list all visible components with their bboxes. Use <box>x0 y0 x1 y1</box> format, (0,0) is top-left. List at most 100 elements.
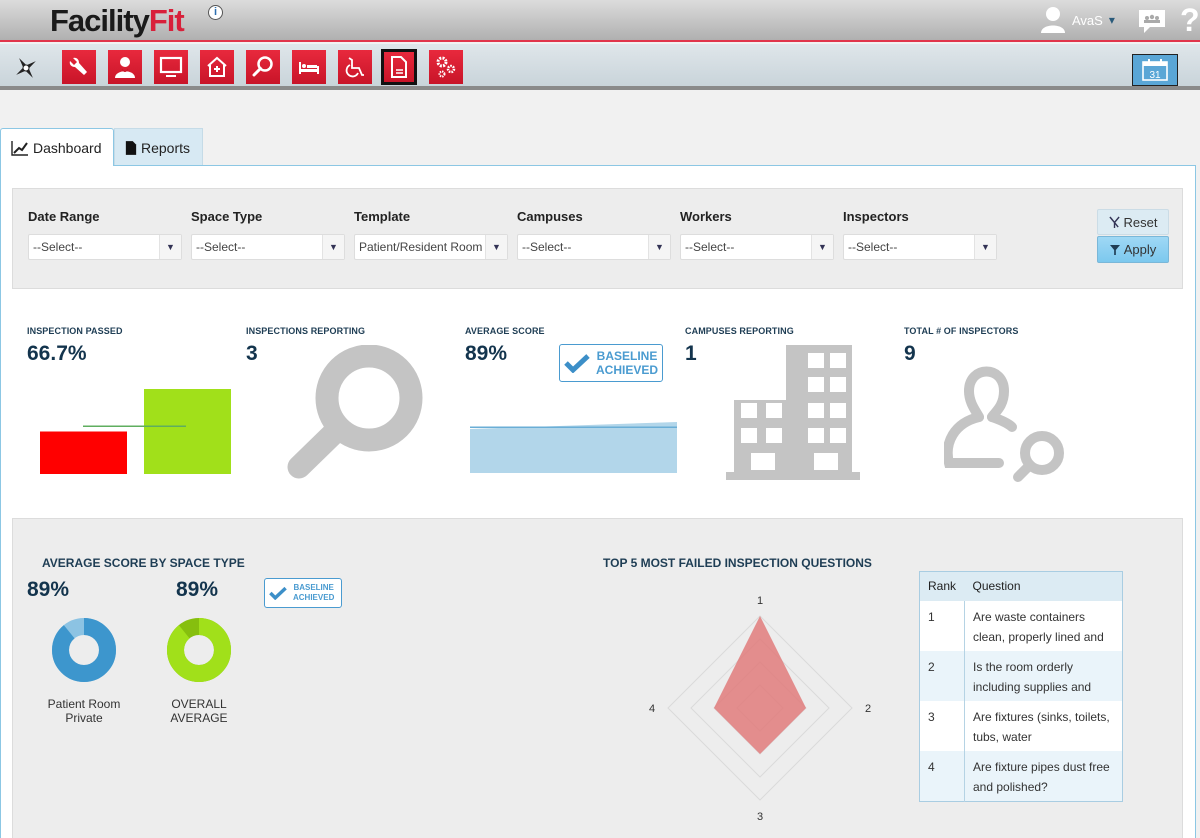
inspectors-select[interactable]: --Select-- ▼ <box>843 234 997 260</box>
user-menu[interactable]: AvaS ▾ <box>1040 6 1115 34</box>
question-cell: Are fixture pipes dust free and polished… <box>964 750 1123 801</box>
file-icon <box>125 140 137 155</box>
toolbar-rooms-button[interactable] <box>292 50 326 84</box>
filter-clear-icon <box>1108 216 1120 228</box>
calendar-day: 31 <box>1149 70 1161 81</box>
help-icon[interactable]: ? <box>1180 2 1200 39</box>
tab-reports-label: Reports <box>141 139 191 156</box>
tab-dashboard-label: Dashboard <box>33 139 102 156</box>
toolbar-inspection-button[interactable] <box>246 50 280 84</box>
rank-cell: 3 <box>919 700 965 751</box>
donut-value: 89% <box>27 578 70 601</box>
apply-label: Apply <box>1123 242 1157 257</box>
badge-line-1: BASELINE <box>596 349 658 363</box>
column-header-rank[interactable]: Rank <box>919 571 965 601</box>
filter-campuses: Campuses --Select-- ▼ <box>517 209 671 260</box>
reset-label: Reset <box>1123 214 1158 230</box>
table-row[interactable]: 3 Are fixtures (sinks, toilets, tubs, wa… <box>919 700 1123 751</box>
toolbar-reports-button[interactable] <box>381 49 417 85</box>
kpi-title: AVERAGE SCORE <box>465 326 545 336</box>
filter-label: Space Type <box>191 209 263 224</box>
app-header: FacilityFit i AvaS ▾ ? <box>0 0 1200 42</box>
kpi-value: 89% <box>465 342 508 365</box>
toolbar-monitor-button[interactable] <box>154 50 188 84</box>
bar-failed <box>40 431 127 474</box>
template-select[interactable]: Patient/Resident Room ▼ <box>354 234 508 260</box>
calendar-icon: 31 <box>1142 59 1168 81</box>
question-text: Is the room orderly including supplies a… <box>973 659 1092 694</box>
toolbar-settings-button[interactable] <box>429 50 463 84</box>
donut-score-arc <box>167 618 231 682</box>
filter-date-range: Date Range --Select-- ▼ <box>28 209 182 260</box>
campuses-select[interactable]: --Select-- ▼ <box>517 234 671 260</box>
main-toolbar: 31 <box>0 44 1200 90</box>
inspection-passed-chart <box>40 389 231 474</box>
line-chart-icon <box>11 140 28 156</box>
toolbar-staff-button[interactable] <box>108 50 142 84</box>
label-line-1: Patient Room <box>47 697 121 711</box>
filter-inspectors: Inspectors --Select-- ▼ <box>843 209 997 260</box>
tab-reports[interactable]: Reports <box>114 128 203 166</box>
info-icon[interactable]: i <box>208 5 223 20</box>
label-line-2: Private <box>65 711 103 725</box>
table-row[interactable]: 2 Is the room orderly including supplies… <box>919 650 1123 701</box>
bed-icon <box>299 62 319 74</box>
table-row[interactable]: 1 Are waste containers clean, properly l… <box>919 600 1123 651</box>
baseline-achieved-badge: BASELINE ACHIEVED <box>559 344 663 382</box>
workers-select[interactable]: --Select-- ▼ <box>680 234 834 260</box>
dropdown-arrow-icon: ▼ <box>322 235 344 259</box>
calendar-button[interactable]: 31 <box>1132 54 1178 86</box>
user-name: AvaS <box>1072 12 1103 28</box>
question-text: Are waste containers clean, properly lin… <box>973 609 1104 644</box>
monitor-icon <box>159 56 183 77</box>
dropdown-arrow-icon: ▼ <box>974 235 996 259</box>
section-title: TOP 5 MOST FAILED INSPECTION QUESTIONS <box>603 556 872 570</box>
kpi-title: CAMPUSES REPORTING <box>685 326 794 336</box>
space-type-select[interactable]: --Select-- ▼ <box>191 234 345 260</box>
badge-line-2: ACHIEVED <box>293 593 335 602</box>
rank-cell: 4 <box>919 750 965 801</box>
filter-label: Date Range <box>28 209 100 224</box>
filter-workers: Workers --Select-- ▼ <box>680 209 834 260</box>
filter-bar: Date Range --Select-- ▼ Space Type --Sele… <box>12 188 1183 289</box>
space-type-donut-chart[interactable] <box>52 618 116 682</box>
table-row[interactable]: 4 Are fixture pipes dust free and polish… <box>919 750 1123 801</box>
date-range-select[interactable]: --Select-- ▼ <box>28 234 182 260</box>
overall-average-donut-chart[interactable] <box>167 618 231 682</box>
logo-accent-text: Fit <box>148 3 185 38</box>
chat-group-icon[interactable] <box>1138 9 1166 35</box>
select-value: Patient/Resident Room <box>359 240 483 254</box>
baseline-achieved-badge: BASELINE ACHIEVED <box>264 578 342 608</box>
donut-value: 89% <box>176 578 219 601</box>
rank-cell: 2 <box>919 650 965 701</box>
toolbar-facility-button[interactable] <box>200 50 234 84</box>
kpi-inspection-passed: INSPECTION PASSED 66.7% <box>27 326 123 366</box>
table-header-row: Rank Question <box>919 571 1123 601</box>
failed-questions-table: Rank Question 1 Are waste containers cle… <box>919 571 1123 802</box>
radar-axis-label: 3 <box>757 811 763 823</box>
dropdown-arrow-icon: ▼ <box>485 235 507 259</box>
donut-label: Patient Room Private <box>29 697 139 725</box>
facilityfit-logo[interactable]: FacilityFit <box>50 3 185 39</box>
toolbar-accessibility-button[interactable] <box>338 50 372 84</box>
donut-label: OVERALL AVERAGE <box>144 697 254 725</box>
question-text: Are fixture pipes dust free and polished… <box>973 759 1110 794</box>
magnifier-icon <box>287 345 423 479</box>
column-header-question[interactable]: Question <box>964 571 1123 601</box>
select-value: --Select-- <box>685 240 735 254</box>
staff-person-icon <box>115 57 135 78</box>
magnifier-icon <box>252 56 273 77</box>
toolbar-maintenance-button[interactable] <box>62 50 96 84</box>
filter-template: Template Patient/Resident Room ▼ <box>354 209 508 260</box>
compass-icon[interactable] <box>12 54 40 82</box>
logo-text: Facility <box>50 3 150 38</box>
donut-score-arc <box>52 618 116 682</box>
select-value: --Select-- <box>522 240 572 254</box>
wrench-icon <box>69 57 87 75</box>
apply-button[interactable]: Apply <box>1097 236 1169 263</box>
dropdown-arrow-icon: ▼ <box>811 235 833 259</box>
reset-button[interactable]: Reset <box>1097 209 1169 235</box>
kpi-average-score: AVERAGE SCORE 89% <box>465 326 545 366</box>
filter-space-type: Space Type --Select-- ▼ <box>191 209 345 260</box>
tab-dashboard[interactable]: Dashboard <box>0 128 114 166</box>
